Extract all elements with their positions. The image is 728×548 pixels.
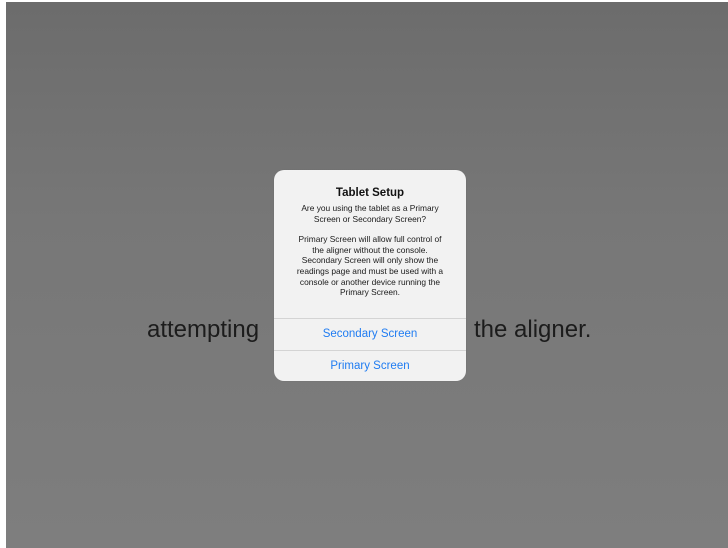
alert-message-spacer — [282, 224, 458, 234]
background-text-right: the aligner. — [474, 316, 592, 343]
alert-message-line: console or another device running the — [299, 276, 441, 287]
alert-message-line: Primary Screen will allow full control o… — [298, 234, 442, 245]
alert-message-line: the aligner without the console. — [312, 244, 428, 255]
tablet-setup-alert: Tablet Setup Are you using the tablet as… — [274, 170, 466, 381]
alert-message-line: Are you using the tablet as a Primary — [301, 203, 439, 213]
alert-button-group: Secondary Screen Primary Screen — [274, 318, 466, 381]
alert-message: Are you using the tablet as a Primary Sc… — [282, 203, 458, 298]
alert-message-line: Primary Screen. — [339, 287, 401, 298]
primary-screen-button[interactable]: Primary Screen — [274, 350, 466, 381]
alert-message-line: readings page and must be used with a — [296, 265, 444, 276]
screen-dimmed-background: attempting the aligner. Tablet Setup Are… — [6, 2, 728, 548]
secondary-screen-button[interactable]: Secondary Screen — [274, 318, 466, 350]
alert-message-line: Secondary Screen will only show the — [301, 255, 439, 266]
alert-message-line: Screen or Secondary Screen? — [313, 213, 427, 224]
alert-body: Tablet Setup Are you using the tablet as… — [274, 170, 466, 302]
alert-title: Tablet Setup — [335, 187, 405, 199]
background-text-left: attempting — [147, 316, 260, 343]
